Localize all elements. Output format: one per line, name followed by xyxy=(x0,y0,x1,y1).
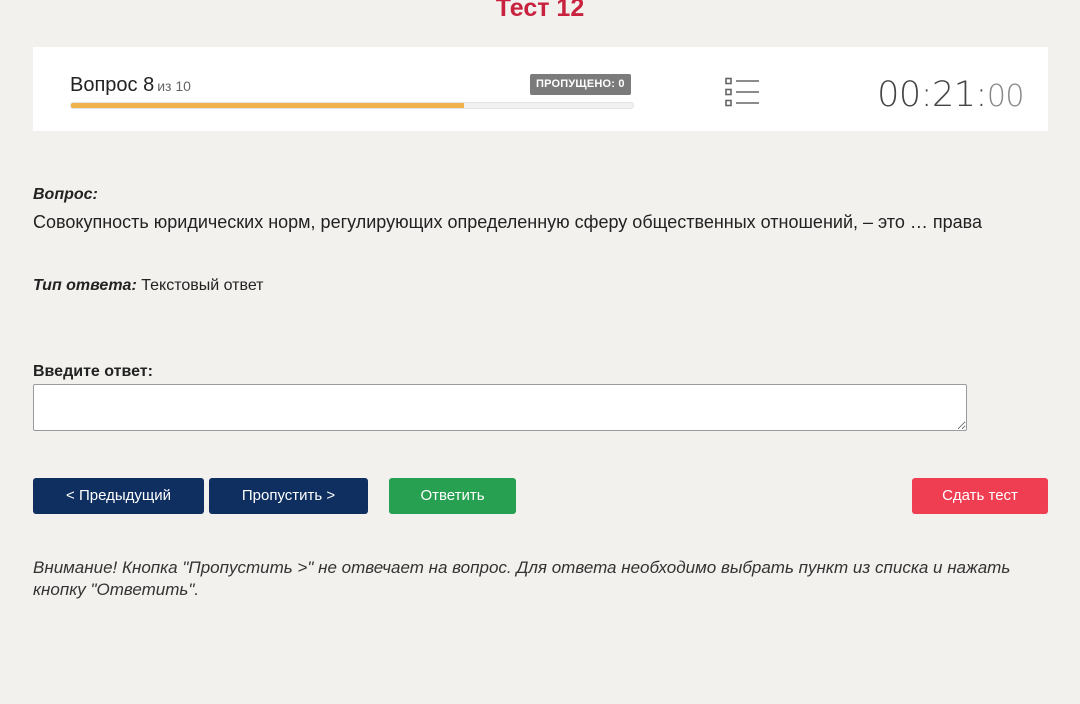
answer-type-label: Тип ответа: xyxy=(33,277,137,294)
list-icon[interactable] xyxy=(725,77,761,107)
status-panel: Вопрос 8 из 10 ПРОПУЩЕНО: 0 00:21:00 xyxy=(33,47,1048,131)
submit-test-button[interactable]: Сдать тест xyxy=(912,478,1048,514)
previous-button[interactable]: < Предыдущий xyxy=(33,478,204,514)
timer-seconds: 00 xyxy=(986,79,1025,114)
question-total: из 10 xyxy=(157,78,191,94)
answer-label: Введите ответ: xyxy=(33,363,153,380)
timer-main: 00:21: xyxy=(877,75,987,115)
answer-button[interactable]: Ответить xyxy=(389,478,516,514)
question-label: Вопрос: xyxy=(33,186,98,203)
progress-bar xyxy=(70,102,634,109)
skipped-badge: ПРОПУЩЕНО: 0 xyxy=(530,74,631,95)
answer-input[interactable] xyxy=(33,384,967,431)
question-counter: Вопрос 8 из 10 xyxy=(70,74,191,97)
question-text: Совокупность юридических норм, регулирую… xyxy=(33,212,982,232)
skip-button[interactable]: Пропустить > xyxy=(209,478,368,514)
notice-text: Внимание! Кнопка "Пропустить >" не отвеч… xyxy=(33,558,1011,599)
answer-type: Тип ответа: Текстовый ответ xyxy=(33,277,264,295)
timer: 00:21:00 xyxy=(877,75,1024,115)
answer-type-value: Текстовый ответ xyxy=(141,277,264,294)
question-number: Вопрос 8 xyxy=(70,74,155,96)
page-title: Тест 12 xyxy=(495,0,585,22)
progress-fill xyxy=(71,103,465,108)
